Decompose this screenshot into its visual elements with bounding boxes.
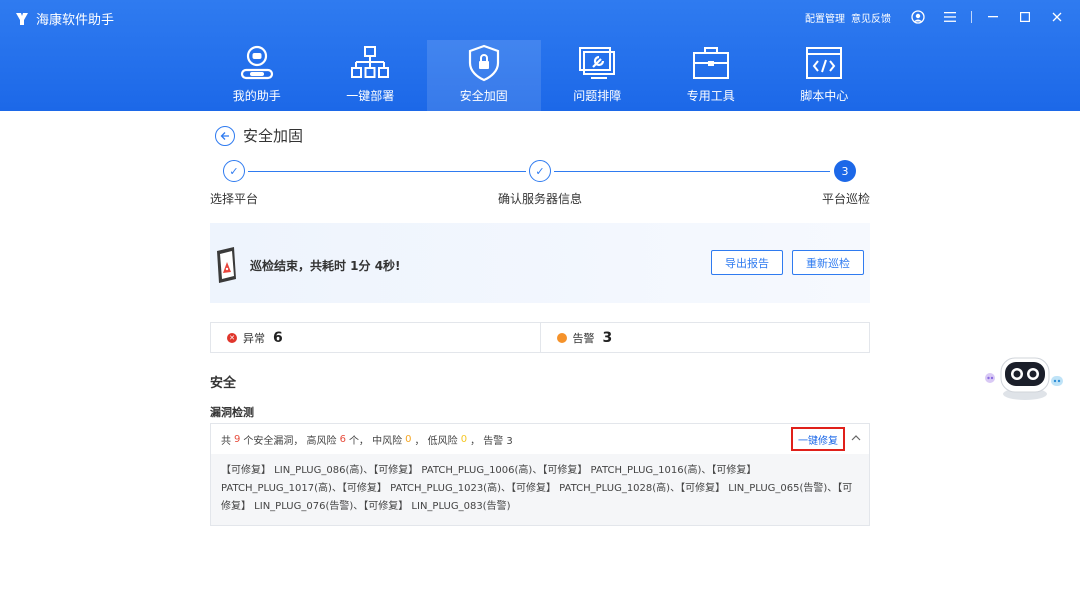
step-label-platform-inspection: 平台巡检	[821, 192, 870, 206]
script-icon	[806, 47, 843, 79]
config-link[interactable]: 配置管理	[805, 10, 845, 25]
nav-label: 安全加固	[459, 89, 508, 103]
stat-value: 3	[602, 329, 613, 346]
nav-label: 问题排障	[573, 89, 622, 103]
export-report-button[interactable]: 导出报告	[711, 250, 783, 275]
report-icon	[217, 247, 236, 283]
menu-icon[interactable]	[939, 8, 961, 26]
inspection-finished-text: 巡检结束，共耗时 1分 4秒!	[250, 259, 401, 273]
step-1-check-icon: ✓	[223, 160, 245, 182]
app-title: 海康软件助手	[36, 13, 115, 28]
vulnerability-summary[interactable]: 共 9 个安全漏洞， 高风险 6 个， 中风险 0 ， 低风险 0 ， 告警 3…	[211, 424, 869, 454]
troubleshoot-icon	[579, 47, 616, 79]
assistant-icon	[240, 45, 273, 80]
window-controls: 配置管理 意见反馈	[805, 8, 1068, 26]
high-risk-count: 6	[339, 433, 346, 445]
maximize-icon[interactable]	[1014, 8, 1036, 26]
summary-text: ， 低风险	[414, 435, 458, 447]
divider	[971, 11, 972, 23]
one-click-fix-button[interactable]: 一键修复	[791, 427, 845, 451]
nav-label: 我的助手	[232, 89, 281, 103]
nav-label: 脚本中心	[800, 89, 849, 103]
robot-assistant-icon[interactable]	[983, 350, 1067, 402]
inspection-result-panel: 巡检结束，共耗时 1分 4秒! 导出报告 重新巡检	[210, 223, 870, 303]
error-icon: ✕	[227, 332, 237, 343]
subsection-title: 漏洞检测	[210, 406, 254, 419]
warning-dot-icon	[556, 332, 567, 343]
vulnerability-details: 【可修复】 LIN_PLUG_086(高)、【可修复】 PATCH_PLUG_1…	[211, 454, 869, 525]
app-logo-icon	[16, 12, 28, 25]
nav-one-click-deploy[interactable]: 一键部署	[314, 40, 428, 111]
step-2-check-icon: ✓	[529, 160, 551, 182]
app-header: 海康软件助手 配置管理 意见反馈 我的助手 一键部署 安全加固 问题排障 专用工…	[0, 0, 1080, 111]
stat-value: 6	[273, 329, 283, 346]
nav-label: 专用工具	[686, 89, 735, 103]
minimize-icon[interactable]	[982, 8, 1004, 26]
toolbox-icon	[692, 47, 729, 79]
step-label-confirm-server: 确认服务器信息	[498, 192, 583, 206]
summary-text: 个， 中风险	[348, 435, 403, 447]
nav-dedicated-tools[interactable]: 专用工具	[654, 40, 768, 111]
back-arrow-icon[interactable]	[215, 125, 235, 146]
page-title: 安全加固	[243, 127, 304, 145]
stat-warning[interactable]: 告警 3	[539, 323, 870, 352]
shield-icon	[468, 44, 499, 82]
deploy-icon	[351, 46, 390, 78]
user-icon[interactable]	[907, 8, 929, 26]
step-connector	[248, 171, 526, 172]
summary-text: ， 告警 3	[470, 435, 513, 447]
summary-text: 个安全漏洞， 高风险	[243, 435, 337, 447]
step-3-number: 3	[834, 160, 856, 182]
low-risk-count: 0	[460, 433, 468, 445]
step-label-select-platform: 选择平台	[210, 192, 259, 206]
nav-troubleshoot[interactable]: 问题排障	[541, 40, 655, 111]
page-header: 安全加固	[215, 125, 303, 146]
progress-steps: ✓ ✓ 3 选择平台 确认服务器信息 平台巡检	[210, 160, 870, 210]
stats-bar: ✕ 异常 6 告警 3	[210, 322, 870, 353]
mid-risk-count: 0	[405, 433, 412, 445]
step-connector	[554, 171, 830, 172]
close-icon[interactable]	[1046, 8, 1068, 26]
app-title-bar: 海康软件助手	[14, 9, 114, 28]
total-count: 9	[234, 433, 241, 445]
nav-label: 一键部署	[346, 89, 395, 103]
chevron-up-icon[interactable]	[851, 433, 861, 443]
vulnerability-panel: 共 9 个安全漏洞， 高风险 6 个， 中风险 0 ， 低风险 0 ， 告警 3…	[210, 423, 870, 526]
stat-label: 告警	[572, 331, 595, 345]
nav-security-hardening[interactable]: 安全加固	[427, 40, 541, 111]
stat-label: 异常	[243, 331, 265, 345]
rescan-button[interactable]: 重新巡检	[792, 250, 864, 275]
stat-abnormal[interactable]: ✕ 异常 6	[211, 323, 540, 352]
feedback-link[interactable]: 意见反馈	[851, 10, 891, 25]
section-title: 安全	[210, 376, 237, 391]
nav-my-assistant[interactable]: 我的助手	[200, 40, 314, 111]
main-nav: 我的助手 一键部署 安全加固 问题排障 专用工具 脚本中心	[200, 40, 881, 111]
summary-text: 共	[221, 435, 231, 447]
nav-script-center[interactable]: 脚本中心	[768, 40, 882, 111]
